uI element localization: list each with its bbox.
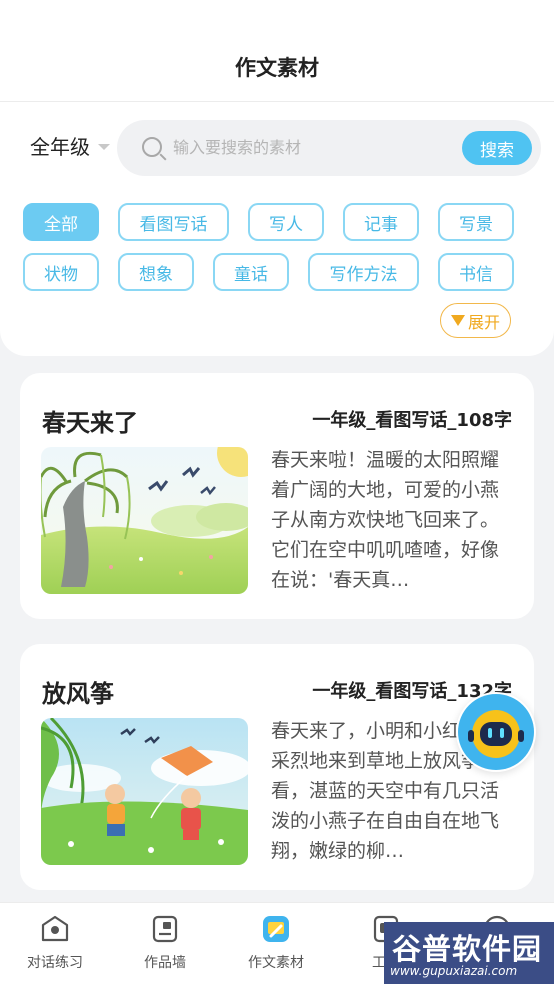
article-card[interactable]: 春天来了 一年级_看图写话_108字 春天来啦！温暖的太阳照耀着广阔的大地，可爱… — [20, 373, 534, 619]
article-excerpt: 春天来啦！温暖的太阳照耀着广阔的大地，可爱的小燕子从南方欢快地飞回来了。它们在空… — [271, 449, 500, 591]
assistant-button[interactable] — [456, 692, 536, 772]
article-thumbnail — [41, 718, 248, 865]
category-chip-imagination[interactable]: 想象 — [118, 253, 194, 291]
search-button[interactable]: 搜索 — [462, 131, 532, 165]
nav-item-works-wall[interactable]: 作品墙 — [110, 903, 220, 984]
expand-button[interactable]: 展开 — [440, 303, 511, 338]
expand-label: 展开 — [467, 312, 500, 332]
category-chip-objects[interactable]: 状物 — [23, 253, 99, 291]
category-chip-events[interactable]: 记事 — [343, 203, 419, 241]
article-thumbnail — [41, 447, 248, 594]
category-chip-writing-methods[interactable]: 写作方法 — [308, 253, 419, 291]
top-bar: 作文素材 — [0, 0, 554, 102]
nav-item-chat-practice[interactable]: 对话练习 — [0, 903, 110, 984]
search-input[interactable] — [173, 134, 453, 160]
category-chip-fairy-tale[interactable]: 童话 — [213, 253, 289, 291]
search-box[interactable]: 搜索 — [117, 120, 541, 176]
category-chip-letters[interactable]: 书信 — [438, 253, 514, 291]
category-chip-people[interactable]: 写人 — [248, 203, 324, 241]
search-icon — [142, 137, 162, 157]
works-wall-icon — [152, 915, 178, 943]
nav-label: 作文素材 — [248, 955, 304, 971]
nav-label: 作品墙 — [144, 955, 186, 971]
article-title: 春天来了 — [42, 409, 138, 437]
chat-practice-icon — [41, 915, 69, 942]
nav-label: 对话练习 — [27, 955, 83, 971]
caret-down-icon — [98, 143, 110, 150]
page-title: 作文素材 — [235, 56, 319, 80]
robot-assistant-icon — [458, 694, 534, 770]
watermark: 谷普软件园 www.gupuxiazai.com — [384, 922, 554, 984]
grade-selector[interactable]: 全年级 — [30, 131, 110, 160]
grade-label: 全年级 — [30, 135, 90, 159]
watermark-main: 谷普软件园 — [392, 932, 543, 966]
category-chip-scenery[interactable]: 写景 — [438, 203, 514, 241]
watermark-url: www.gupuxiazai.com — [390, 964, 518, 978]
category-chip-picture-writing[interactable]: 看图写话 — [118, 203, 229, 241]
writing-material-icon — [263, 916, 289, 942]
article-meta: 一年级_看图写话_108字 — [312, 410, 512, 431]
article-title: 放风筝 — [42, 680, 114, 708]
triangle-down-icon — [450, 315, 465, 326]
category-chip-all[interactable]: 全部 — [23, 203, 99, 241]
nav-item-writing-material[interactable]: 作文素材 — [221, 903, 331, 984]
